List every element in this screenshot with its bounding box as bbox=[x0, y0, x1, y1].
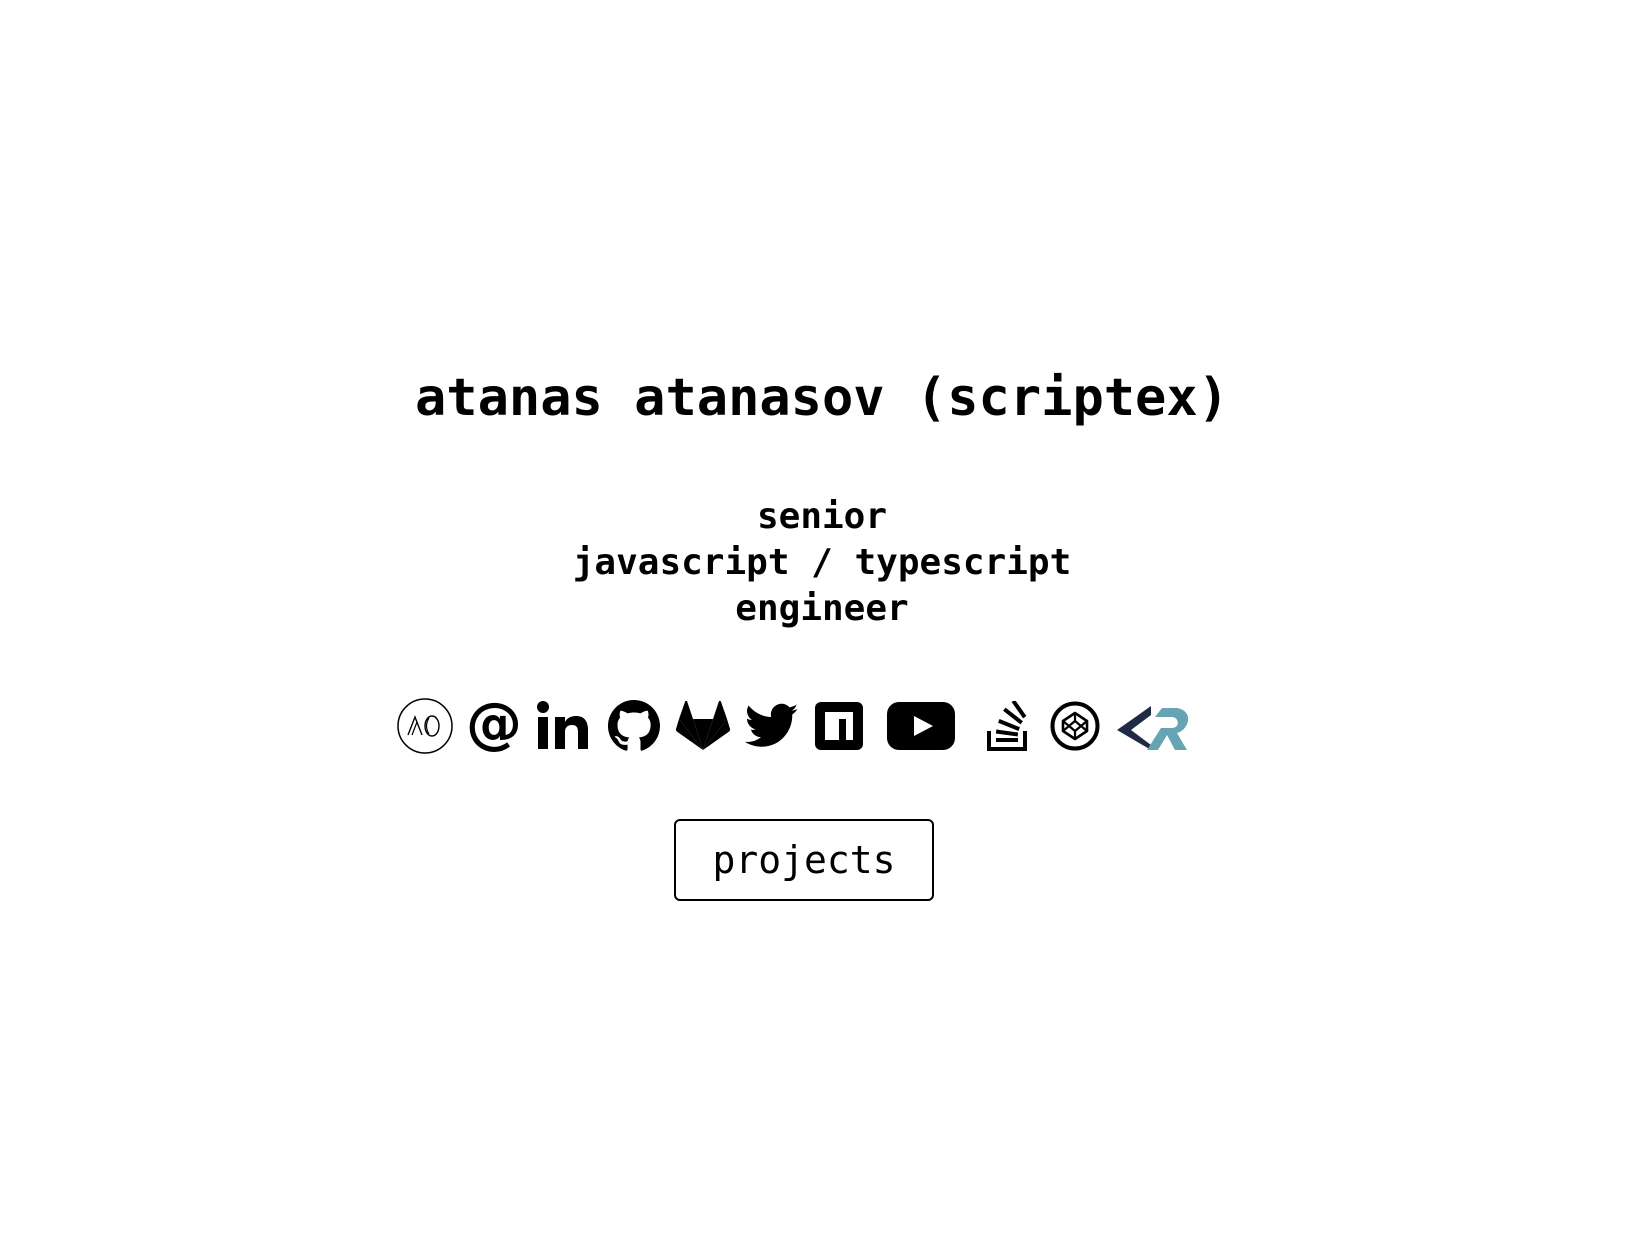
stackoverflow-icon bbox=[987, 701, 1027, 751]
projects-button[interactable]: projects bbox=[674, 819, 934, 901]
role-line-seniority: senior bbox=[756, 496, 888, 537]
linkedin-link[interactable] bbox=[536, 696, 590, 756]
gitlab-icon bbox=[676, 701, 730, 750]
role-line-title: engineer bbox=[735, 588, 909, 629]
svg-text:@: @ bbox=[468, 697, 520, 755]
codepen-link[interactable] bbox=[1050, 696, 1100, 756]
youtube-link[interactable] bbox=[886, 696, 956, 756]
linkedin-icon bbox=[537, 701, 588, 749]
personal-logo-link[interactable] bbox=[396, 696, 454, 756]
role-description: senior javascript / typescript engineer bbox=[0, 494, 1644, 632]
personal-logo-icon bbox=[397, 698, 453, 754]
youtube-icon bbox=[887, 702, 955, 750]
codepen-icon bbox=[1050, 701, 1100, 751]
twitter-link[interactable] bbox=[744, 696, 800, 756]
twitter-icon bbox=[745, 703, 799, 747]
codersrank-icon bbox=[1117, 706, 1189, 750]
stackoverflow-link[interactable] bbox=[986, 696, 1030, 756]
email-at-icon: @ bbox=[468, 697, 520, 755]
github-icon bbox=[608, 700, 660, 751]
role-line-languages: javascript / typescript bbox=[572, 542, 1072, 583]
github-link[interactable] bbox=[608, 696, 660, 756]
landing-page: atanas atanasov (scriptex) senior javasc… bbox=[0, 0, 1644, 1240]
page-title: atanas atanasov (scriptex) bbox=[415, 368, 1229, 428]
codersrank-link[interactable] bbox=[1116, 696, 1190, 756]
npm-icon bbox=[815, 702, 863, 750]
gitlab-link[interactable] bbox=[676, 696, 730, 756]
email-link[interactable]: @ bbox=[468, 696, 520, 756]
npm-link[interactable] bbox=[814, 696, 864, 756]
social-links: @ bbox=[396, 696, 1216, 756]
